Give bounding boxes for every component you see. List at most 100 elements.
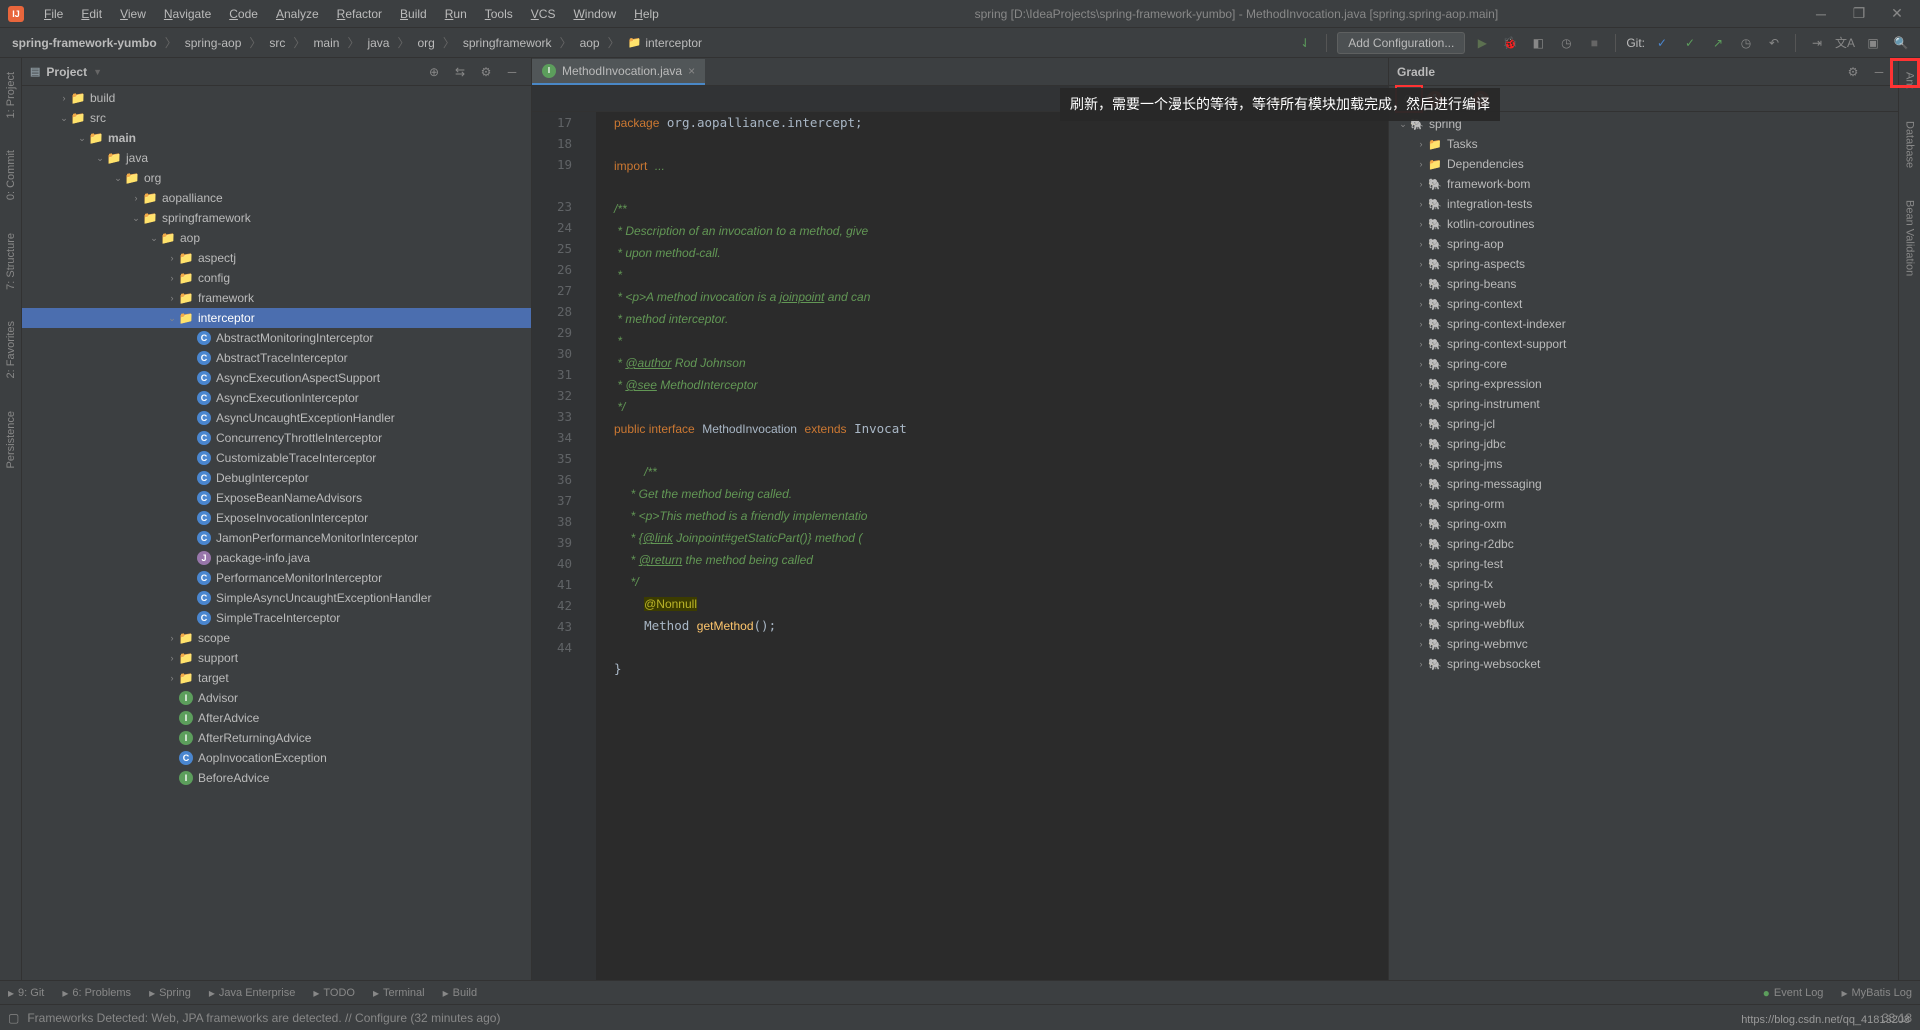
add-configuration-button[interactable]: Add Configuration... <box>1337 32 1465 54</box>
gradle-item[interactable]: ›🐘spring-beans <box>1389 274 1898 294</box>
tree-row[interactable]: CExposeBeanNameAdvisors <box>22 488 531 508</box>
git-rollback-icon[interactable]: ↶ <box>1763 32 1785 54</box>
menu-help[interactable]: Help <box>626 4 667 24</box>
menu-tools[interactable]: Tools <box>477 4 521 24</box>
tree-row[interactable]: CAbstractTraceInterceptor <box>22 348 531 368</box>
gradle-item[interactable]: ›🐘spring-aspects <box>1389 254 1898 274</box>
tree-row[interactable]: ›📁config <box>22 268 531 288</box>
gradle-item[interactable]: ›🐘spring-context-indexer <box>1389 314 1898 334</box>
menu-edit[interactable]: Edit <box>73 4 110 24</box>
close-tab-icon[interactable]: × <box>688 64 695 78</box>
breadcrumb-item[interactable]: org <box>414 34 439 52</box>
tree-row[interactable]: ⌄📁springframework <box>22 208 531 228</box>
tree-row[interactable]: IAdvisor <box>22 688 531 708</box>
gradle-item[interactable]: ›🐘kotlin-coroutines <box>1389 214 1898 234</box>
close-button[interactable]: ✕ <box>1882 4 1912 24</box>
tree-row[interactable]: IAfterReturningAdvice <box>22 728 531 748</box>
breadcrumb-item[interactable]: aop <box>576 34 604 52</box>
gradle-item[interactable]: ›🐘spring-jcl <box>1389 414 1898 434</box>
git-history-icon[interactable]: ◷ <box>1735 32 1757 54</box>
bottom-tab[interactable]: ▸ TODO <box>313 986 355 1000</box>
tree-row[interactable]: IBeforeAdvice <box>22 768 531 788</box>
tree-row[interactable]: ⌄📁org <box>22 168 531 188</box>
right-tab[interactable]: Bean Validation <box>1902 194 1918 282</box>
tree-row[interactable]: Jpackage-info.java <box>22 548 531 568</box>
git-commit-icon[interactable]: ✓ <box>1679 32 1701 54</box>
tree-row[interactable]: CExposeInvocationInterceptor <box>22 508 531 528</box>
debug-icon[interactable]: 🐞 <box>1499 32 1521 54</box>
gradle-item[interactable]: ›🐘spring-messaging <box>1389 474 1898 494</box>
tree-row[interactable]: CConcurrencyThrottleInterceptor <box>22 428 531 448</box>
stop-icon[interactable]: ■ <box>1583 32 1605 54</box>
gradle-hide-icon[interactable]: ─ <box>1868 61 1890 83</box>
breadcrumb-item[interactable]: src <box>265 34 289 52</box>
breadcrumb-item[interactable]: springframework <box>459 34 556 52</box>
tree-row[interactable]: ⌄📁src <box>22 108 531 128</box>
status-message[interactable]: Frameworks Detected: Web, JPA frameworks… <box>27 1011 500 1025</box>
tree-row[interactable]: CAopInvocationException <box>22 748 531 768</box>
gradle-item[interactable]: ›🐘spring-webmvc <box>1389 634 1898 654</box>
left-tab[interactable]: 2: Favorites <box>3 315 19 384</box>
menu-refactor[interactable]: Refactor <box>329 4 390 24</box>
gradle-item[interactable]: ›🐘spring-webflux <box>1389 614 1898 634</box>
editor-tab[interactable]: I MethodInvocation.java × <box>532 59 705 85</box>
tree-row[interactable]: ⌄📁interceptor <box>22 308 531 328</box>
menu-run[interactable]: Run <box>437 4 475 24</box>
git-update-icon[interactable]: ✓ <box>1651 32 1673 54</box>
bottom-tab[interactable]: ▸ Terminal <box>373 986 425 1000</box>
project-panel-title[interactable]: ▤Project▼ <box>30 65 423 79</box>
menu-vcs[interactable]: VCS <box>523 4 564 24</box>
git-push-icon[interactable]: ↗ <box>1707 32 1729 54</box>
menu-analyze[interactable]: Analyze <box>268 4 327 24</box>
tree-row[interactable]: ⌄📁java <box>22 148 531 168</box>
translate-icon[interactable]: 文A <box>1834 32 1856 54</box>
left-tab[interactable]: 7: Structure <box>3 227 19 296</box>
minimize-button[interactable]: ─ <box>1806 4 1836 24</box>
gradle-item[interactable]: ›🐘spring-web <box>1389 594 1898 614</box>
gradle-item[interactable]: ›🐘framework-bom <box>1389 174 1898 194</box>
left-tab[interactable]: 0: Commit <box>3 144 19 206</box>
left-tab[interactable]: Persistence <box>3 405 19 474</box>
gradle-item[interactable]: ›🐘spring-aop <box>1389 234 1898 254</box>
tree-row[interactable]: ›📁aspectj <box>22 248 531 268</box>
breadcrumb-item[interactable]: 📁 interceptor <box>624 34 706 52</box>
gradle-item[interactable]: ›📁Dependencies <box>1389 154 1898 174</box>
bottom-tab[interactable]: ▸ Java Enterprise <box>209 986 295 1000</box>
gradle-item[interactable]: ›🐘spring-orm <box>1389 494 1898 514</box>
goto-icon[interactable]: ⇥ <box>1806 32 1828 54</box>
gradle-item[interactable]: ›🐘spring-test <box>1389 554 1898 574</box>
menu-file[interactable]: File <box>36 4 71 24</box>
tree-row[interactable]: CAbstractMonitoringInterceptor <box>22 328 531 348</box>
gradle-item[interactable]: ›🐘spring-jms <box>1389 454 1898 474</box>
run-icon[interactable]: ▶ <box>1471 32 1493 54</box>
breadcrumb-item[interactable]: spring-framework-yumbo <box>8 34 161 52</box>
bottom-tab[interactable]: ▸ 6: Problems <box>62 986 131 1000</box>
gradle-item[interactable]: ›🐘spring-websocket <box>1389 654 1898 674</box>
right-tab[interactable]: Database <box>1902 115 1918 174</box>
maximize-button[interactable]: ❐ <box>1844 4 1874 24</box>
tree-row[interactable]: CJamonPerformanceMonitorInterceptor <box>22 528 531 548</box>
gradle-item[interactable]: ›🐘spring-r2dbc <box>1389 534 1898 554</box>
tree-row[interactable]: ›📁build <box>22 88 531 108</box>
tree-row[interactable]: ›📁framework <box>22 288 531 308</box>
tree-row[interactable]: CAsyncExecutionAspectSupport <box>22 368 531 388</box>
tree-row[interactable]: CCustomizableTraceInterceptor <box>22 448 531 468</box>
gradle-item[interactable]: ›📁Tasks <box>1389 134 1898 154</box>
gradle-item[interactable]: ›🐘integration-tests <box>1389 194 1898 214</box>
tree-row[interactable]: CAsyncUncaughtExceptionHandler <box>22 408 531 428</box>
gradle-item[interactable]: ›🐘spring-context <box>1389 294 1898 314</box>
bottom-right-tab[interactable]: ● Event Log <box>1763 986 1824 1000</box>
code-editor[interactable]: package org.aopalliance.intercept; impor… <box>596 112 1388 980</box>
left-tab[interactable]: 1: Project <box>3 66 19 124</box>
gradle-item[interactable]: ›🐘spring-tx <box>1389 574 1898 594</box>
settings-icon[interactable]: ⚙ <box>475 61 497 83</box>
bottom-tab[interactable]: ▸ Spring <box>149 986 191 1000</box>
locate-icon[interactable]: ⊕ <box>423 61 445 83</box>
tree-row[interactable]: CAsyncExecutionInterceptor <box>22 388 531 408</box>
coverage-icon[interactable]: ◧ <box>1527 32 1549 54</box>
breadcrumb-item[interactable]: main <box>309 34 343 52</box>
hide-icon[interactable]: ─ <box>501 61 523 83</box>
gradle-item[interactable]: ›🐘spring-context-support <box>1389 334 1898 354</box>
build-icon[interactable]: ⇃ <box>1294 32 1316 54</box>
gradle-tree[interactable]: ⌄🐘spring›📁Tasks›📁Dependencies›🐘framework… <box>1389 112 1898 980</box>
